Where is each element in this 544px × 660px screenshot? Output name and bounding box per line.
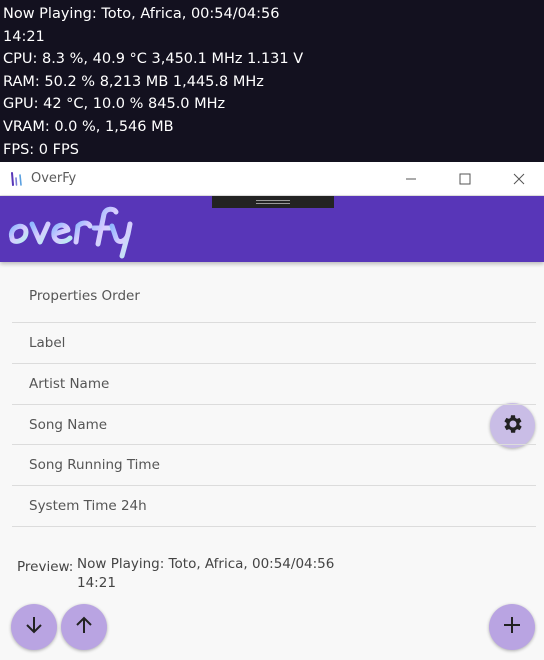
grip-line	[256, 203, 290, 204]
close-icon	[513, 170, 525, 189]
minimize-button[interactable]	[388, 162, 434, 196]
overlay-ram: RAM: 50.2 % 8,213 MB 1,445.8 MHz	[3, 73, 264, 90]
overfy-logo	[4, 200, 134, 260]
arrow-up-icon	[73, 614, 95, 640]
move-up-button[interactable]	[61, 604, 107, 650]
list-item-label[interactable]: Label	[12, 323, 536, 364]
arrow-down-icon	[23, 614, 45, 640]
preview-line-1: Now Playing: Toto, Africa, 00:54/04:56	[77, 556, 335, 572]
list-item-system-time-24h[interactable]: System Time 24h	[12, 486, 536, 527]
add-button[interactable]	[489, 604, 535, 650]
properties-list: Properties Order Label Artist Name Song …	[12, 272, 536, 527]
overlay-gpu: GPU: 42 °C, 10.0 % 845.0 MHz	[3, 96, 226, 113]
app-header	[0, 196, 544, 448]
drag-handle[interactable]	[212, 196, 334, 208]
list-item-artist-name[interactable]: Artist Name	[12, 364, 536, 405]
maximize-icon	[459, 170, 471, 189]
minimize-icon	[405, 170, 417, 189]
preview-text: Now Playing: Toto, Africa, 00:54/04:56 1…	[77, 555, 334, 593]
overlay-time: 14:21	[3, 28, 45, 45]
overlay-fps: FPS: 0 FPS	[3, 141, 79, 158]
preview-label: Preview:	[17, 559, 74, 575]
overlay-vram: VRAM: 0.0 %, 1,546 MB	[3, 118, 174, 135]
overlay-panel: Now Playing: Toto, Africa, 00:54/04:56 1…	[0, 0, 544, 162]
maximize-button[interactable]	[442, 162, 488, 196]
list-item-song-name[interactable]: Song Name	[12, 405, 536, 446]
preview-line-2: 14:21	[77, 575, 116, 591]
overlay-cpu: CPU: 8.3 %, 40.9 °C 3,450.1 MHz 1.131 V	[3, 51, 304, 68]
move-down-button[interactable]	[11, 604, 57, 650]
window-title: OverFy	[31, 171, 77, 186]
grip-line	[256, 200, 290, 201]
list-item-song-running-time[interactable]: Song Running Time	[12, 445, 536, 487]
close-button[interactable]	[496, 162, 542, 196]
app-icon	[10, 171, 24, 187]
overlay-now-playing: Now Playing: Toto, Africa, 00:54/04:56	[3, 6, 280, 22]
window-titlebar: OverFy	[0, 162, 544, 196]
properties-heading: Properties Order	[12, 272, 536, 323]
plus-icon	[501, 614, 523, 640]
